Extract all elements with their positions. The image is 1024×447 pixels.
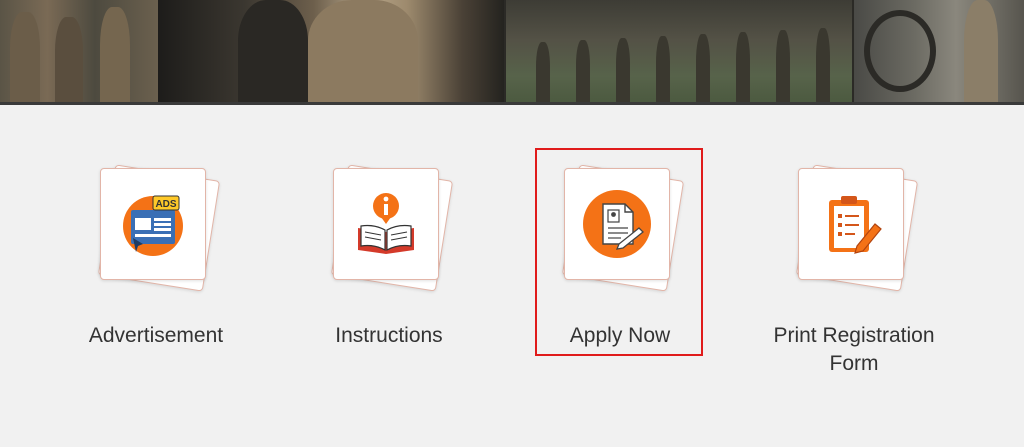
instructions-label[interactable]: Instructions	[294, 322, 484, 350]
banner-photo-2	[158, 0, 504, 102]
header-banner-image	[0, 0, 1024, 105]
advertisement-label[interactable]: Advertisement	[61, 322, 251, 350]
apply-now-label[interactable]: Apply Now	[525, 322, 715, 350]
banner-photo-1	[0, 0, 158, 102]
tile-advertisement[interactable]: ADS Advertisement	[61, 160, 251, 390]
tile-instructions[interactable]: Instructions	[294, 160, 484, 390]
tile-apply-now[interactable]: Apply Now	[525, 160, 715, 390]
print-registration-card[interactable]	[795, 164, 919, 292]
card-front	[564, 168, 670, 280]
advertisement-ads-icon: ADS	[123, 195, 183, 256]
banner-photo-4	[854, 0, 1024, 102]
apply-document-icon	[583, 190, 651, 258]
card-front: ADS	[100, 168, 206, 280]
card-front	[333, 168, 439, 280]
ads-badge: ADS	[155, 199, 176, 210]
banner-photo-3	[506, 0, 852, 102]
clipboard-pencil-icon	[829, 196, 882, 254]
card-front	[798, 168, 904, 280]
tile-print-registration-form[interactable]: Print Registration Form	[759, 160, 949, 390]
instructions-card[interactable]	[330, 164, 454, 292]
info-book-icon	[358, 193, 414, 254]
print-registration-form-label[interactable]: Print Registration Form	[754, 322, 954, 378]
advertisement-card[interactable]: ADS	[97, 164, 221, 292]
apply-now-card[interactable]	[561, 164, 685, 292]
